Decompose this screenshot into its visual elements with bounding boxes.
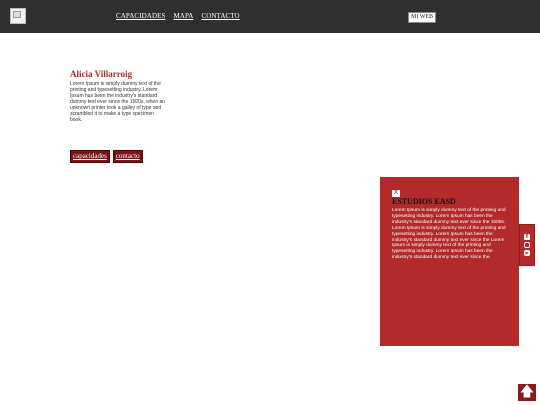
arrow-up-icon[interactable]: 🡅 [518, 384, 536, 401]
panel-body: Lorem Ipsum is simply dummy text of the … [392, 208, 506, 261]
profile-name: Alicia Villarroig [70, 69, 133, 79]
nav-link-capacidades[interactable]: CAPACIDADES [116, 12, 165, 20]
top-navigation-bar: CAPACIDADES MAPA CONTACTO MI WEB [0, 0, 540, 33]
mi-web-button[interactable]: MI WEB [408, 12, 437, 23]
facebook-icon[interactable]: f [524, 234, 530, 240]
tag-links: capacidades contacto [70, 150, 143, 163]
nav-link-contacto[interactable]: CONTACTO [201, 12, 239, 20]
tag-contacto[interactable]: contacto [112, 150, 143, 163]
profile-card: Alicia Villarroig Lorem Ipsum is simply … [70, 69, 166, 123]
broken-image-icon[interactable] [10, 8, 26, 24]
main-nav: CAPACIDADES MAPA CONTACTO [116, 12, 240, 20]
estudios-panel: ESTUDIOS EASD Lorem Ipsum is simply dumm… [380, 177, 519, 346]
tag-capacidades[interactable]: capacidades [70, 150, 110, 163]
youtube-icon[interactable]: ▶ [524, 250, 530, 256]
instagram-icon[interactable] [524, 242, 530, 248]
panel-title: ESTUDIOS EASD [392, 197, 456, 206]
nav-link-mapa[interactable]: MAPA [173, 12, 193, 20]
profile-bio: Lorem Ipsum is simply dummy text of the … [70, 81, 166, 123]
close-icon[interactable]: X [392, 190, 400, 197]
social-sidebar: f ▶ [519, 224, 535, 266]
